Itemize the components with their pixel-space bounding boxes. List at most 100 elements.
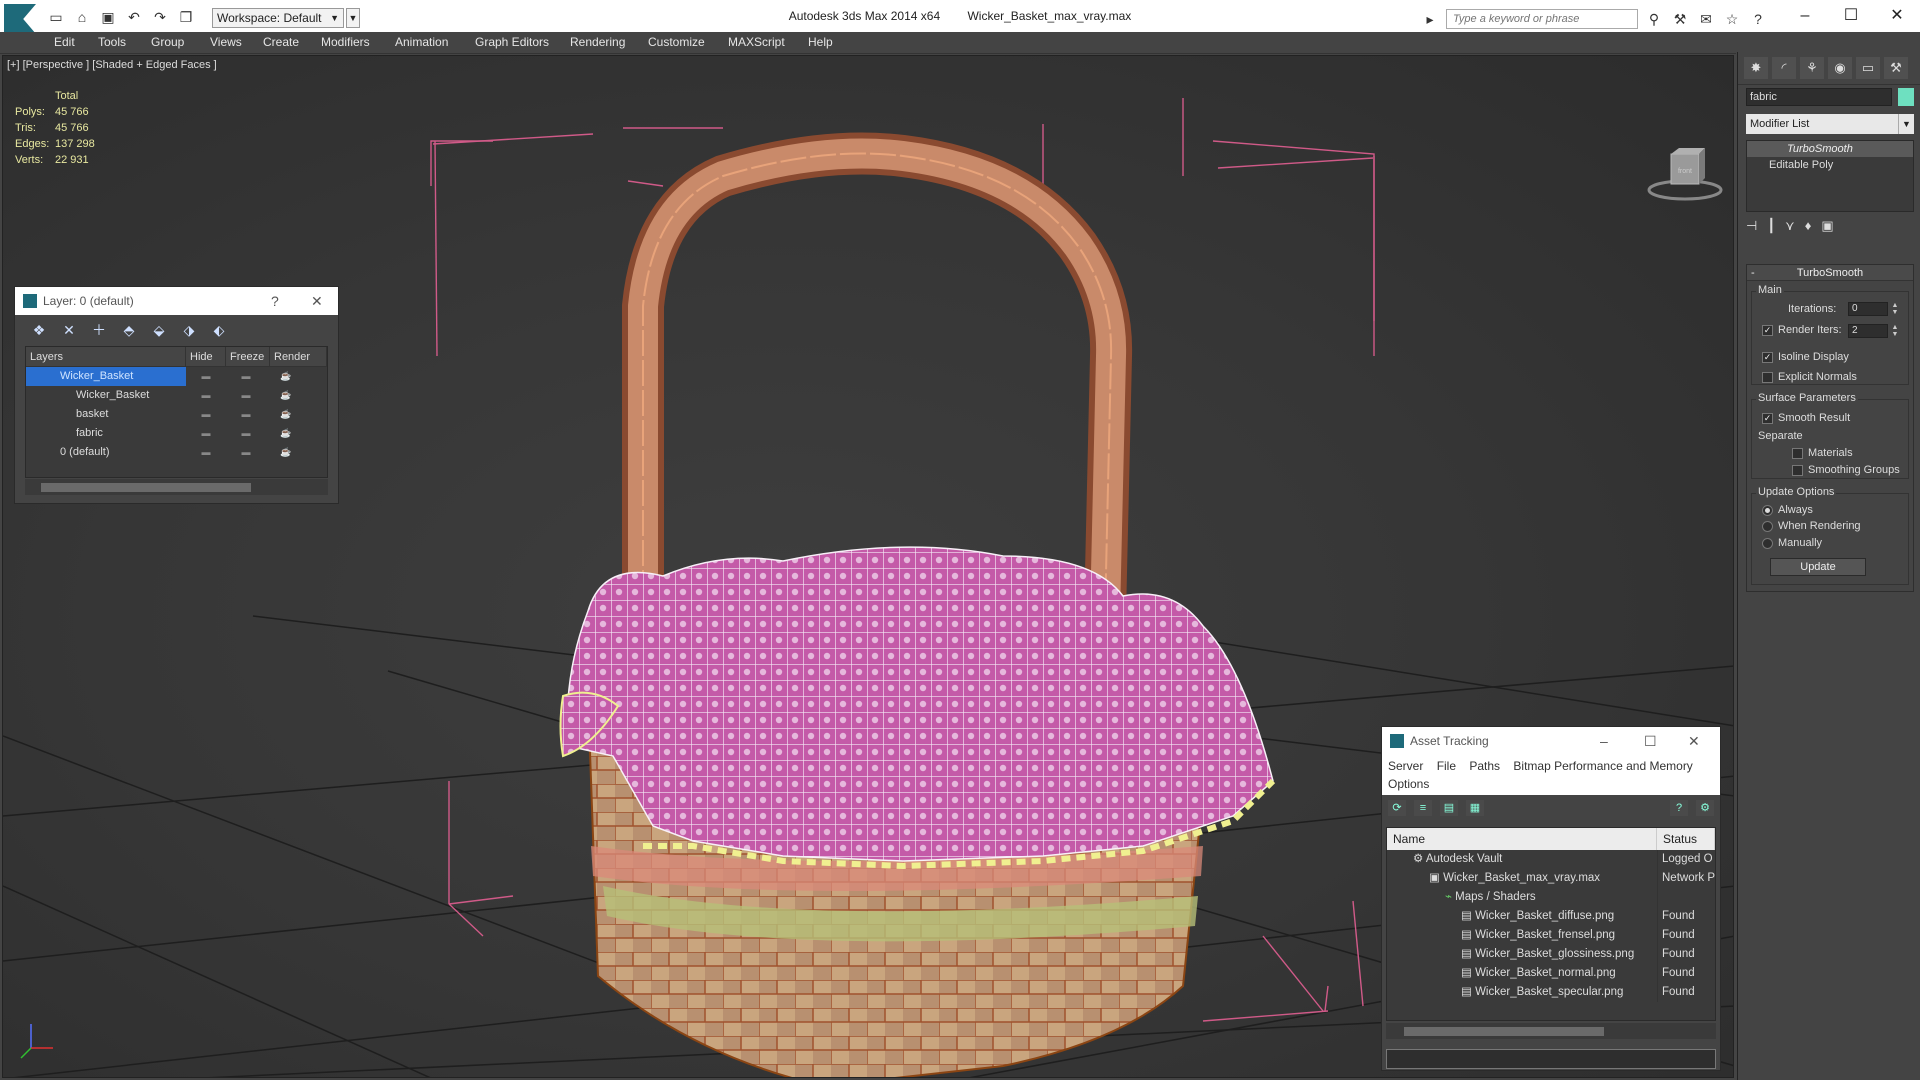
layer-row[interactable]: basket ▬ ▬ ☕: [26, 405, 327, 424]
select-objects-icon[interactable]: ⬘: [119, 321, 139, 339]
vault-help-icon[interactable]: ?: [1670, 800, 1688, 816]
menu-customize[interactable]: Customize: [648, 35, 705, 49]
workspace-dropdown[interactable]: Workspace: Default ▼: [212, 8, 344, 28]
scrollbar-thumb[interactable]: [1404, 1027, 1604, 1036]
menu-rendering[interactable]: Rendering: [570, 35, 625, 49]
object-name-field[interactable]: fabric: [1746, 88, 1892, 106]
asset-window-header[interactable]: Asset Tracking – ☐ ✕: [1382, 727, 1720, 755]
hide-toggle-icon[interactable]: ▬: [186, 405, 226, 424]
menu-options[interactable]: Options: [1388, 777, 1429, 791]
layer-row[interactable]: 0 (default) ▬ ▬ ☕: [26, 443, 327, 462]
highlight-layer-icon[interactable]: ⬙: [149, 321, 169, 339]
scrollbar-thumb[interactable]: [41, 483, 251, 492]
menu-group[interactable]: Group: [151, 35, 184, 49]
update-button[interactable]: Update: [1770, 558, 1866, 576]
hide-toggle-icon[interactable]: ▬: [186, 424, 226, 443]
create-tab-icon[interactable]: ✸: [1744, 57, 1768, 79]
binoculars-icon[interactable]: ⚲: [1644, 10, 1664, 28]
asset-row[interactable]: ▤ Wicker_Basket_frensel.png Found: [1387, 926, 1715, 945]
hide-toggle-icon[interactable]: ▬: [186, 443, 226, 462]
explicit-normals-checkbox[interactable]: [1762, 372, 1773, 383]
display-tab-icon[interactable]: ▭: [1856, 57, 1880, 79]
modifier-list-dropdown[interactable]: Modifier List ▼: [1746, 114, 1914, 134]
freeze-toggle-icon[interactable]: ▬: [226, 443, 266, 462]
remove-modifier-icon[interactable]: ♦: [1805, 218, 1812, 234]
spinner-arrows-icon[interactable]: ▲ ▼: [1890, 302, 1900, 316]
object-color-swatch[interactable]: [1898, 88, 1914, 106]
menu-tools[interactable]: Tools: [98, 35, 126, 49]
hierarchy-tab-icon[interactable]: ⚘: [1800, 57, 1824, 79]
menu-animation[interactable]: Animation: [395, 35, 448, 49]
utilities-tab-icon[interactable]: ⚒: [1884, 57, 1908, 79]
list-view-icon[interactable]: ≡: [1414, 800, 1432, 816]
materials-checkbox[interactable]: [1792, 448, 1803, 459]
render-toggle-icon[interactable]: ☕: [266, 443, 306, 462]
save-file-icon[interactable]: ▣: [98, 8, 118, 26]
add-to-layer-icon[interactable]: ＋: [89, 321, 109, 339]
menu-bitmap-performance[interactable]: Bitmap Performance and Memory: [1513, 759, 1692, 773]
close-button[interactable]: ✕: [1874, 2, 1920, 30]
render-toggle-icon[interactable]: ☕: [266, 367, 306, 386]
minimize-icon[interactable]: –: [1600, 727, 1608, 755]
expand-arrow-icon[interactable]: ▸: [1420, 10, 1440, 28]
col-status[interactable]: Status: [1657, 828, 1715, 850]
new-file-icon[interactable]: ▭: [46, 8, 66, 26]
maximize-button[interactable]: ☐: [1828, 2, 1874, 30]
freeze-toggle-icon[interactable]: ▬: [226, 405, 266, 424]
when-rendering-radio[interactable]: [1762, 521, 1773, 532]
create-layer-icon[interactable]: ❖: [29, 321, 49, 339]
minimize-button[interactable]: –: [1782, 2, 1828, 30]
layer-row[interactable]: fabric ▬ ▬ ☕: [26, 424, 327, 443]
freeze-toggle-icon[interactable]: ▬: [226, 386, 266, 405]
asset-horizontal-scrollbar[interactable]: [1386, 1023, 1716, 1039]
app-logo-icon[interactable]: [4, 4, 36, 34]
configure-modifier-sets-icon[interactable]: ▣: [1821, 218, 1833, 234]
vault-settings-icon[interactable]: ⚙: [1696, 800, 1714, 816]
delete-layer-icon[interactable]: ✕: [59, 321, 79, 339]
asset-row[interactable]: ▤ Wicker_Basket_normal.png Found: [1387, 964, 1715, 983]
close-icon[interactable]: ✕: [1688, 727, 1700, 755]
menu-modifiers[interactable]: Modifiers: [321, 35, 370, 49]
refresh-icon[interactable]: ⟳: [1388, 800, 1406, 816]
menu-create[interactable]: Create: [263, 35, 299, 49]
smoothing-groups-checkbox[interactable]: [1792, 465, 1803, 476]
viewcube[interactable]: front: [1643, 146, 1727, 202]
render-iters-spinner[interactable]: 2: [1848, 324, 1888, 338]
freeze-all-layers-icon[interactable]: ⬖: [209, 321, 229, 339]
render-toggle-icon[interactable]: ☕: [266, 386, 306, 405]
menu-views[interactable]: Views: [210, 35, 242, 49]
col-render[interactable]: Render: [270, 347, 327, 366]
menu-paths[interactable]: Paths: [1469, 759, 1500, 773]
viewport-label[interactable]: [+] [Perspective ] [Shaded + Edged Faces…: [7, 59, 217, 71]
show-end-result-icon[interactable]: ┃: [1767, 218, 1775, 234]
asset-row[interactable]: ⌁ Maps / Shaders: [1387, 888, 1715, 907]
always-radio[interactable]: [1762, 505, 1773, 516]
col-hide[interactable]: Hide: [186, 347, 226, 366]
thumbnail-view-icon[interactable]: ▤: [1440, 800, 1458, 816]
workspace-expand-button[interactable]: ▼: [346, 8, 360, 28]
layer-row[interactable]: Wicker_Basket ▬ ▬ ☕: [26, 367, 327, 386]
layer-horizontal-scrollbar[interactable]: [25, 479, 328, 495]
menu-edit[interactable]: Edit: [54, 35, 75, 49]
pin-stack-icon[interactable]: ⊣: [1746, 218, 1757, 234]
render-iters-checkbox[interactable]: ✓: [1762, 325, 1773, 336]
render-toggle-icon[interactable]: ☕: [266, 405, 306, 424]
make-unique-icon[interactable]: ⋎: [1785, 218, 1795, 234]
undo-icon[interactable]: ↶: [124, 8, 144, 26]
menu-graph-editors[interactable]: Graph Editors: [475, 35, 549, 49]
manually-radio[interactable]: [1762, 538, 1773, 549]
freeze-toggle-icon[interactable]: ▬: [226, 424, 266, 443]
hide-all-layers-icon[interactable]: ⬗: [179, 321, 199, 339]
subscription-icon[interactable]: ⚒: [1670, 10, 1690, 28]
table-view-icon[interactable]: ▦: [1466, 800, 1484, 816]
asset-row[interactable]: ▤ Wicker_Basket_specular.png Found: [1387, 983, 1715, 1002]
help-icon[interactable]: ?: [271, 287, 279, 315]
redo-icon[interactable]: ↷: [150, 8, 170, 26]
col-freeze[interactable]: Freeze: [226, 347, 270, 366]
menu-help[interactable]: Help: [808, 35, 833, 49]
menu-server[interactable]: Server: [1388, 759, 1423, 773]
asset-row[interactable]: ▤ Wicker_Basket_diffuse.png Found: [1387, 907, 1715, 926]
smooth-result-checkbox[interactable]: ✓: [1762, 413, 1773, 424]
render-toggle-icon[interactable]: ☕: [266, 424, 306, 443]
isoline-checkbox[interactable]: ✓: [1762, 352, 1773, 363]
